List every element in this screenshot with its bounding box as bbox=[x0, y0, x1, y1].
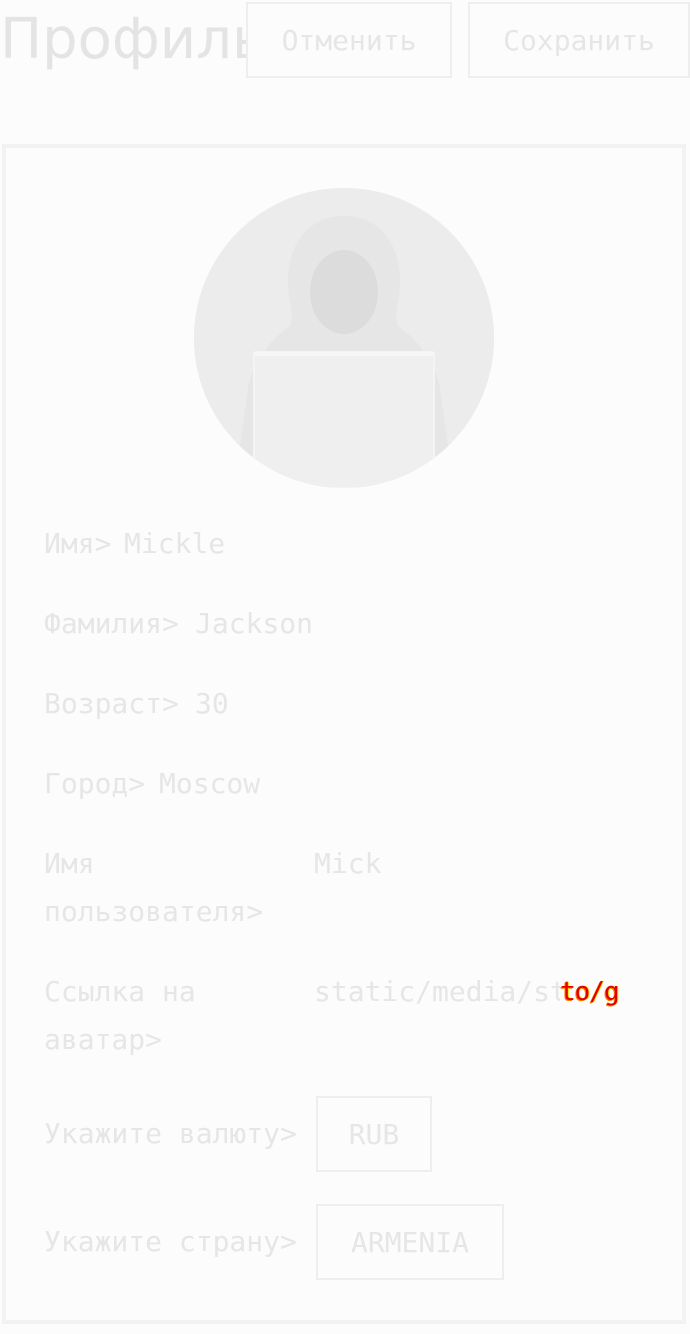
age-value: 30 bbox=[195, 687, 229, 720]
age-label: Возраст> bbox=[44, 687, 179, 720]
currency-label: Укажите валюту> bbox=[44, 1117, 297, 1150]
first-name-value: Mickle bbox=[124, 527, 226, 560]
avatar-link-label: Ссылка на аватар> bbox=[44, 975, 196, 1056]
currency-select-button[interactable]: RUB bbox=[316, 1096, 432, 1172]
avatar bbox=[194, 188, 494, 488]
city-value: Moscow bbox=[159, 767, 261, 800]
save-button[interactable]: Сохранить bbox=[468, 2, 690, 78]
last-name-value: Jackson bbox=[195, 607, 314, 640]
username-label: Имя пользователя> bbox=[44, 847, 264, 928]
city-label: Город> bbox=[44, 767, 146, 800]
page-title: Профиль bbox=[0, 7, 265, 72]
hooded-figure-image bbox=[194, 188, 494, 488]
last-name-label: Фамилия> bbox=[44, 607, 179, 640]
country-label: Укажите страну> bbox=[44, 1225, 297, 1258]
first-name-label: Имя> bbox=[44, 527, 112, 560]
country-select-button[interactable]: ARMENIA bbox=[316, 1204, 504, 1280]
cancel-button[interactable]: Отменить bbox=[246, 2, 452, 78]
overflow-glitch-text: to/g bbox=[560, 976, 644, 1008]
username-value: Mick bbox=[314, 847, 382, 880]
